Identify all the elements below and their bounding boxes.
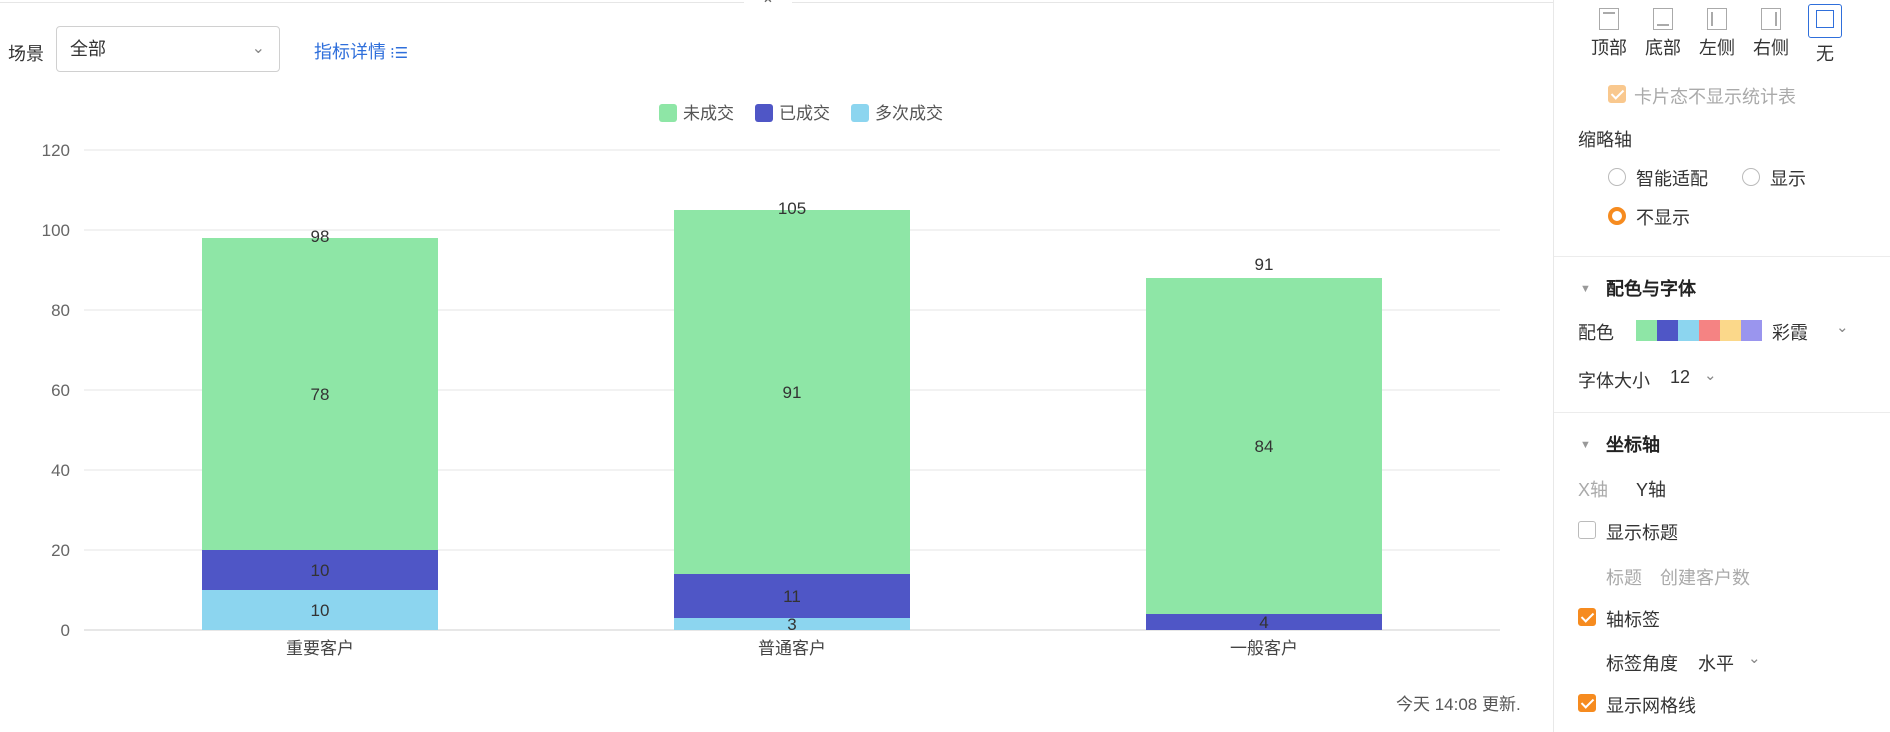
data-label: 78 [311, 385, 330, 404]
x-tick-label: 重要客户 [286, 639, 354, 658]
legend-left-icon [1707, 8, 1727, 30]
color-font-section-title: 配色与字体 [1606, 279, 1696, 299]
radio-smart-fit-label: 智能适配 [1636, 169, 1708, 189]
legend-none-frame [1808, 4, 1842, 38]
y-tick-label: 20 [51, 541, 70, 560]
legend-label: 未成交 [683, 104, 734, 123]
x-tick-label: 普通客户 [758, 639, 826, 658]
chevron-down-icon: ⌄ [1836, 319, 1849, 336]
title-field-value[interactable]: 创建客户数 [1660, 564, 1750, 590]
legend-position-label: 顶部 [1591, 38, 1627, 58]
y-tick-label: 80 [51, 301, 70, 320]
show-grid-checkbox[interactable] [1578, 694, 1596, 712]
caret-down-icon[interactable]: ▼ [1580, 439, 1591, 451]
radio-show-label: 显示 [1770, 169, 1806, 189]
legend-position-left[interactable]: 左侧 [1694, 8, 1740, 60]
legend-label: 多次成交 [875, 104, 943, 123]
y-tick-label: 100 [42, 221, 70, 240]
caret-down-icon[interactable]: ▼ [1580, 283, 1591, 295]
card-no-stats-checkbox[interactable] [1608, 85, 1626, 103]
legend-swatch [659, 104, 677, 122]
settings-panel: 顶部 底部 左侧 右侧 无 卡片态不显示统计表 缩略轴 智能适配 显示 不显示 … [1553, 0, 1890, 732]
stacked-bar-chart: 020406080100120未成交 已成交 多次成交10107898重要客户311… [42, 104, 1500, 658]
section-divider [1554, 412, 1890, 413]
card-no-stats-label: 卡片态不显示统计表 [1634, 87, 1796, 107]
palette-swatch [1699, 320, 1720, 341]
data-label: 10 [311, 561, 330, 580]
data-label: 10 [311, 601, 330, 620]
x-tick-label: 一般客户 [1230, 639, 1298, 658]
radio-hide[interactable] [1608, 207, 1626, 225]
metric-detail-label: 指标详情 [314, 42, 386, 62]
y-tick-label: 60 [51, 381, 70, 400]
legend-position-label: 无 [1816, 44, 1834, 64]
legend-position-label: 右侧 [1753, 38, 1789, 58]
show-title-checkbox[interactable] [1578, 521, 1596, 539]
title-field-label: 标题 [1606, 568, 1642, 588]
y-tick-label: 120 [42, 141, 70, 160]
legend-position-label: 左侧 [1699, 38, 1735, 58]
legend-position-none[interactable]: 无 [1802, 4, 1848, 66]
data-label: 4 [1259, 613, 1268, 632]
total-label: 98 [311, 227, 330, 246]
radio-show[interactable] [1742, 168, 1760, 186]
axis-label-label: 轴标签 [1606, 610, 1660, 630]
tab-x-axis[interactable]: X轴 [1578, 476, 1608, 502]
legend-right-icon [1761, 8, 1781, 30]
legend-position-label: 底部 [1645, 38, 1681, 58]
radio-smart-fit[interactable] [1608, 168, 1626, 186]
legend-swatch [851, 104, 869, 122]
data-label: 84 [1255, 437, 1274, 456]
palette-swatch [1657, 320, 1678, 341]
font-size-value: 12 [1670, 367, 1691, 387]
axis-label-checkbox[interactable] [1578, 608, 1596, 626]
palette-swatch [1720, 320, 1741, 341]
thumbnail-axis-title: 缩略轴 [1578, 130, 1632, 150]
tab-y-axis[interactable]: Y轴 [1636, 476, 1666, 502]
label-angle-label: 标签角度 [1606, 654, 1678, 674]
total-label: 91 [1255, 255, 1274, 274]
data-label: 91 [783, 383, 802, 402]
font-size-label: 字体大小 [1578, 371, 1650, 391]
chevron-down-icon: ⌄ [251, 40, 265, 57]
scene-select-value: 全部 [70, 39, 106, 59]
show-title-label: 显示标题 [1606, 523, 1678, 543]
legend-label: 已成交 [779, 104, 830, 123]
scene-select[interactable]: 全部 ⌄ [56, 26, 280, 72]
label-angle-value: 水平 [1698, 654, 1734, 674]
total-label: 105 [778, 199, 806, 218]
chevron-down-icon: ⌄ [1748, 650, 1761, 667]
palette-swatch [1636, 320, 1657, 341]
metric-detail-link[interactable]: 指标详情 ⁝☰ [314, 38, 408, 64]
legend-position-right[interactable]: 右侧 [1748, 8, 1794, 60]
axis-section-title: 坐标轴 [1606, 435, 1660, 455]
chart-pane: ⌃ 场景 全部 ⌄ 指标详情 ⁝☰ 0 20 40 60 80 100 120 未成交 已成交 多次… [0, 0, 1553, 732]
y-tick-label: 40 [51, 461, 70, 480]
radio-hide-label: 不显示 [1636, 208, 1690, 228]
list-icon: ⁝☰ [390, 45, 409, 62]
legend-top-icon [1599, 8, 1619, 30]
collapse-chevron-icon[interactable]: ⌃ [744, 0, 792, 16]
palette-label: 配色 [1578, 323, 1614, 343]
show-grid-label: 显示网格线 [1606, 696, 1696, 716]
scene-label: 场景 [8, 44, 44, 64]
palette-name: 彩霞 [1772, 323, 1808, 343]
chevron-down-icon: ⌄ [1704, 367, 1717, 384]
legend-swatch [755, 104, 773, 122]
legend-position-bottom[interactable]: 底部 [1640, 8, 1686, 60]
palette-swatch [1741, 320, 1762, 341]
legend-none-icon [1816, 10, 1834, 28]
legend-position-top[interactable]: 顶部 [1586, 8, 1632, 60]
legend-bottom-icon [1653, 8, 1673, 30]
data-label: 11 [783, 587, 801, 606]
section-divider [1554, 256, 1890, 257]
update-timestamp: 今天 14:08 更新. [1396, 695, 1521, 714]
palette-swatch [1678, 320, 1699, 341]
y-tick-label: 0 [61, 621, 70, 640]
